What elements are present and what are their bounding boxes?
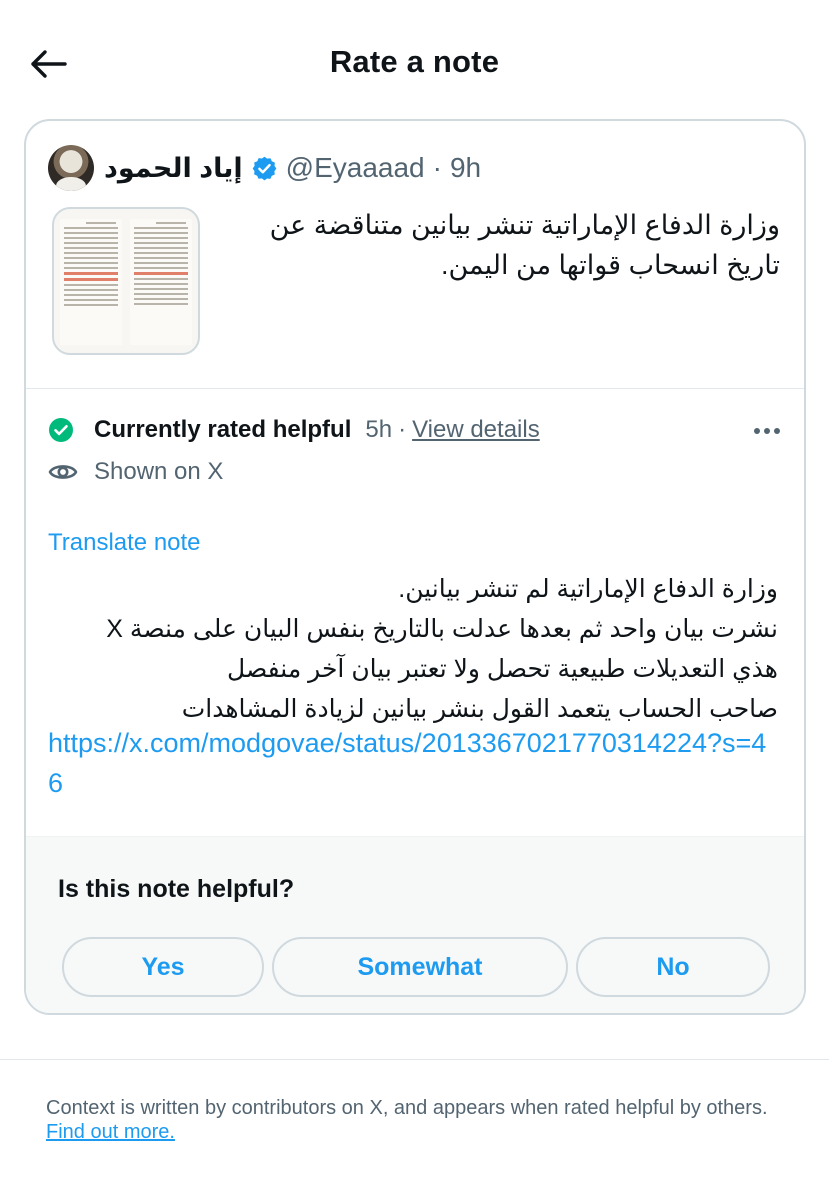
note-time: 5h bbox=[365, 416, 393, 443]
verified-badge-icon bbox=[251, 155, 278, 182]
no-button[interactable]: No bbox=[576, 937, 770, 997]
author-handle[interactable]: @Eyaaaad bbox=[286, 152, 425, 184]
note-status-label: Currently rated helpful bbox=[94, 416, 352, 443]
shown-on-x-row: Shown on X bbox=[48, 457, 223, 487]
note-source-link[interactable]: https://x.com/modgovae/status/2013367021… bbox=[48, 723, 778, 803]
page-title: Rate a note bbox=[329, 44, 500, 79]
note-line: هذي التعديلات طبيعية تحصل ولا تعتبر بيان… bbox=[227, 655, 778, 683]
separator-dot: · bbox=[398, 416, 407, 443]
note-text: وزارة الدفاع الإماراتية لم تنشر بيانين. … bbox=[48, 569, 778, 729]
post-time[interactable]: 9h bbox=[450, 152, 481, 184]
view-details-link[interactable]: View details bbox=[412, 416, 540, 444]
footer-text: Context is written by contributors on X,… bbox=[46, 1097, 768, 1119]
yes-button[interactable]: Yes bbox=[62, 937, 264, 997]
footer-disclaimer: Context is written by contributors on X,… bbox=[46, 1096, 786, 1144]
note-card: إياد الحمود @Eyaaaad · 9h وزارة الدفاع ا… bbox=[24, 119, 806, 1015]
avatar[interactable] bbox=[48, 145, 94, 191]
note-line: نشرت بيان واحد ثم بعدها عدلت بالتاريخ بن… bbox=[106, 615, 778, 643]
rating-question: Is this note helpful? bbox=[58, 875, 295, 903]
translate-note-link[interactable]: Translate note bbox=[48, 529, 201, 557]
rating-panel: Is this note helpful? Yes Somewhat No bbox=[26, 836, 804, 1013]
divider bbox=[0, 1059, 829, 1060]
post-text: وزارة الدفاع الإماراتية تنشر بيانين متنا… bbox=[269, 210, 780, 280]
note-line: وزارة الدفاع الإماراتية لم تنشر بيانين. bbox=[398, 575, 778, 603]
post-media-thumbnail[interactable] bbox=[52, 207, 200, 355]
check-circle-icon bbox=[48, 417, 74, 443]
note-status-row: Currently rated helpful 5h · View detail… bbox=[48, 416, 782, 444]
more-options-icon[interactable] bbox=[754, 416, 780, 434]
document-page-right bbox=[130, 219, 192, 345]
quoted-post[interactable]: إياد الحمود @Eyaaaad · 9h وزارة الدفاع ا… bbox=[26, 121, 804, 389]
author-name[interactable]: إياد الحمود bbox=[104, 153, 243, 184]
find-out-more-link[interactable]: Find out more. bbox=[46, 1121, 175, 1143]
header: Rate a note bbox=[0, 0, 829, 120]
shown-on-x-label: Shown on X bbox=[94, 458, 224, 485]
somewhat-button[interactable]: Somewhat bbox=[272, 937, 568, 997]
separator-dot: · bbox=[432, 152, 442, 183]
eye-icon bbox=[48, 457, 78, 487]
post-header: إياد الحمود @Eyaaaad · 9h bbox=[48, 143, 481, 193]
document-page-left bbox=[60, 219, 122, 345]
